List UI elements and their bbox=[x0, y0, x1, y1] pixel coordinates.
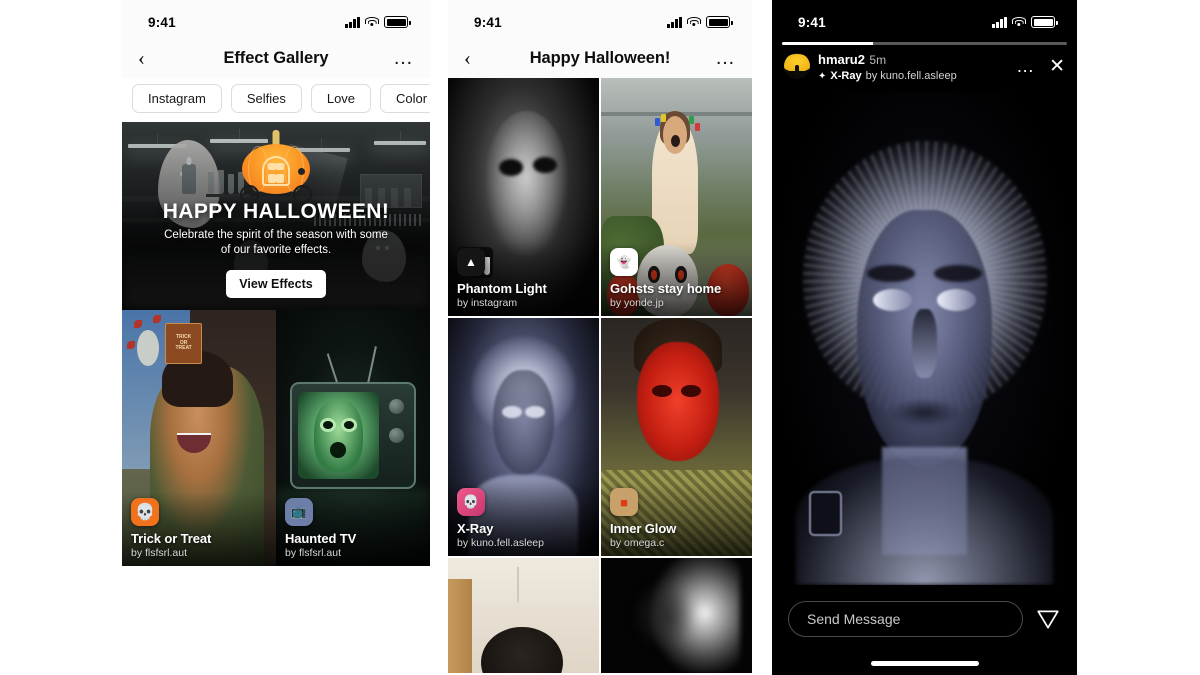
chip-color[interactable]: Color & I bbox=[380, 84, 430, 113]
cellular-bars-icon bbox=[345, 16, 360, 28]
category-chips: Instagram Selfies Love Color & I bbox=[122, 78, 430, 122]
effect-preview-image bbox=[448, 558, 599, 673]
chip-love[interactable]: Love bbox=[310, 84, 372, 113]
effect-card-haunted-tv[interactable]: 📺 Haunted TV by flsfsrl.aut bbox=[276, 310, 430, 566]
cellular-bars-icon bbox=[992, 16, 1007, 28]
wifi-icon bbox=[365, 16, 379, 28]
page-title: Happy Halloween! bbox=[529, 48, 671, 67]
paper-plane-icon[interactable] bbox=[1035, 606, 1061, 632]
effect-author: by instagram bbox=[457, 297, 518, 309]
chip-selfies[interactable]: Selfies bbox=[230, 84, 302, 113]
wifi-icon bbox=[1012, 16, 1026, 28]
xray-effect-photo bbox=[772, 92, 1077, 585]
page-title: Effect Gallery bbox=[223, 48, 329, 67]
screenshot-root: 9:41 ‹ Effect Gallery … Instagram Selfie… bbox=[0, 0, 1200, 675]
story-footer: Send Message bbox=[772, 585, 1077, 675]
effect-card-partial-right[interactable] bbox=[601, 558, 752, 673]
effect-author: by flsfsrl.aut bbox=[285, 547, 342, 559]
close-x-icon[interactable]: ✕ bbox=[1049, 57, 1065, 76]
halloween-hero-banner[interactable]: HAPPY HALLOWEEN! Celebrate the spirit of… bbox=[122, 122, 430, 310]
avatar[interactable] bbox=[784, 53, 810, 80]
hero-subtitle: Celebrate the spirit of the season with … bbox=[164, 228, 388, 257]
effect-card-phantom-light[interactable]: ▲ Phantom Light by instagram bbox=[448, 78, 599, 316]
effect-card-row: TRICK OR TREAT 💀 Trick or Treat by flsfsrl… bbox=[122, 310, 430, 566]
story-header: hmaru2 5m ✦ X-Ray by kuno.fell.asleep … … bbox=[772, 45, 1077, 91]
send-message-placeholder: Send Message bbox=[807, 611, 901, 627]
battery-icon bbox=[1031, 16, 1058, 28]
effect-name: Gohsts stay home bbox=[610, 281, 722, 296]
back-button[interactable]: ‹ bbox=[464, 47, 490, 69]
effect-name: Phantom Light bbox=[457, 281, 547, 296]
hero-title: HAPPY HALLOWEEN! bbox=[162, 199, 390, 223]
effect-preview-image bbox=[601, 558, 752, 673]
effect-name: Trick or Treat bbox=[131, 531, 212, 546]
status-bar: 9:41 bbox=[448, 0, 752, 38]
xray-effect-icon: 💀 bbox=[457, 488, 485, 516]
effect-card-partial-left[interactable] bbox=[448, 558, 599, 673]
more-options-icon[interactable]: … bbox=[1016, 57, 1035, 75]
story-media[interactable] bbox=[772, 92, 1077, 585]
status-clock: 9:41 bbox=[474, 14, 502, 30]
nav-bar: ‹ Effect Gallery … bbox=[122, 38, 430, 78]
effect-card-inner-glow[interactable]: ■ Inner Glow by omega.c bbox=[601, 318, 752, 556]
effect-author: by kuno.fell.asleep bbox=[457, 537, 544, 549]
phone-effect-gallery: 9:41 ‹ Effect Gallery … Instagram Selfie… bbox=[122, 0, 430, 675]
chip-instagram[interactable]: Instagram bbox=[132, 84, 222, 113]
sparkles-icon: ✦ bbox=[818, 70, 827, 82]
story-effect-attribution[interactable]: ✦ X-Ray by kuno.fell.asleep bbox=[818, 70, 957, 82]
effect-name: Haunted TV bbox=[285, 531, 357, 546]
effect-card-trick-or-treat[interactable]: TRICK OR TREAT 💀 Trick or Treat by flsfsrl… bbox=[122, 310, 276, 566]
cellular-bars-icon bbox=[667, 16, 682, 28]
back-button[interactable]: ‹ bbox=[138, 47, 164, 69]
tv-effect-icon: 📺 bbox=[285, 498, 313, 526]
status-bar: 9:41 bbox=[122, 0, 430, 38]
phone-effect-collection: 9:41 ‹ Happy Halloween! … ▲ Phantom Ligh… bbox=[448, 0, 752, 675]
effect-name: Inner Glow bbox=[610, 521, 677, 536]
battery-icon bbox=[384, 16, 411, 28]
story-effect-author: by kuno.fell.asleep bbox=[865, 70, 957, 82]
status-clock: 9:41 bbox=[148, 14, 176, 30]
status-clock: 9:41 bbox=[798, 14, 826, 30]
wifi-icon bbox=[687, 16, 701, 28]
send-message-input[interactable]: Send Message bbox=[788, 601, 1023, 637]
story-progress-bar[interactable] bbox=[772, 38, 1077, 45]
story-effect-name: X-Ray bbox=[830, 70, 862, 82]
story-username[interactable]: hmaru2 bbox=[818, 52, 865, 67]
story-timestamp: 5m bbox=[869, 52, 887, 67]
effect-author: by omega.c bbox=[610, 537, 665, 549]
story-user-line: hmaru2 5m bbox=[818, 51, 957, 69]
skull-effect-icon: 💀 bbox=[131, 498, 159, 526]
inner-glow-icon: ■ bbox=[610, 488, 638, 516]
nav-bar: ‹ Happy Halloween! … bbox=[448, 38, 752, 78]
effect-card-x-ray[interactable]: 💀 X-Ray by kuno.fell.asleep bbox=[448, 318, 599, 556]
effect-author: by flsfsrl.aut bbox=[131, 547, 188, 559]
battery-icon bbox=[706, 16, 733, 28]
effect-grid: ▲ Phantom Light by instagram 👻 Gohsts st… bbox=[448, 78, 752, 673]
home-indicator bbox=[870, 661, 979, 666]
ghosts-home-icon: 👻 bbox=[610, 248, 638, 276]
effect-name: X-Ray bbox=[457, 521, 494, 536]
effect-author: by yonde.jp bbox=[610, 297, 664, 309]
status-bar: 9:41 bbox=[772, 0, 1077, 38]
more-options-icon[interactable]: … bbox=[715, 48, 736, 68]
phantom-light-icon: ▲ bbox=[457, 248, 485, 276]
pumpkin-carriage-icon bbox=[238, 130, 314, 204]
effect-card-gohsts-stay-home[interactable]: 👻 Gohsts stay home by yonde.jp bbox=[601, 78, 752, 316]
phone-story-viewer: 9:41 hmaru2 5m ✦ X-Ray by kuno.fell.asle… bbox=[772, 0, 1077, 675]
more-options-icon[interactable]: … bbox=[393, 48, 414, 68]
view-effects-button[interactable]: View Effects bbox=[226, 270, 326, 298]
